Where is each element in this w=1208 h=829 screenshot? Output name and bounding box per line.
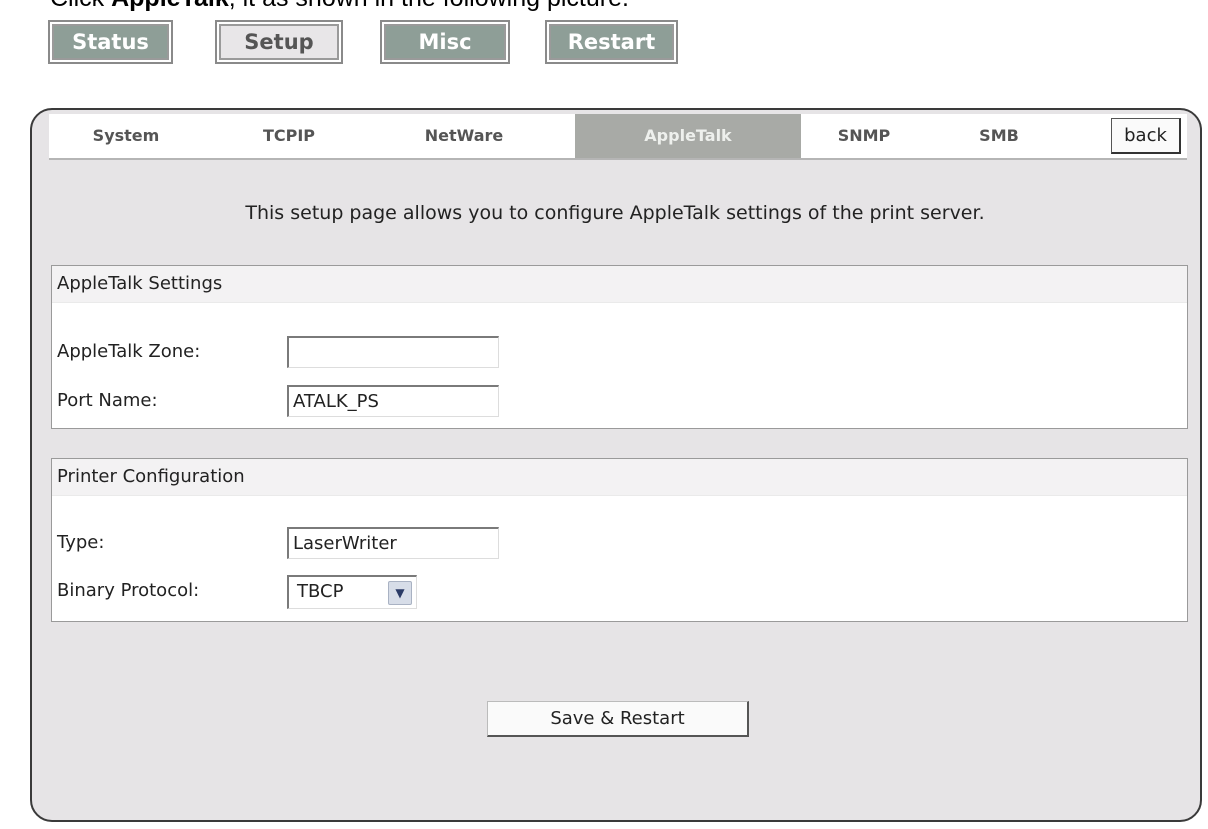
tab-system[interactable]: System	[51, 114, 201, 158]
intro-text: This setup page allows you to configure …	[245, 202, 985, 224]
printer-configuration-title: Printer Configuration	[52, 459, 1187, 496]
nav-status-button[interactable]: Status	[48, 20, 173, 64]
appletalk-settings-section: AppleTalk Settings AppleTalk Zone: Port …	[51, 265, 1188, 429]
tab-tcpip[interactable]: TCPIP	[229, 114, 349, 158]
caption-suffix: , it as shown in the following picture.	[229, 0, 629, 12]
appletalk-zone-label: AppleTalk Zone:	[57, 341, 201, 362]
type-label: Type:	[57, 532, 105, 553]
setup-tab-bar: System TCPIP NetWare AppleTalk SNMP SMB …	[49, 114, 1187, 160]
setup-panel: System TCPIP NetWare AppleTalk SNMP SMB …	[30, 108, 1202, 822]
nav-setup-button[interactable]: Setup	[215, 20, 343, 64]
port-name-label: Port Name:	[57, 390, 158, 411]
binary-protocol-label: Binary Protocol:	[57, 580, 200, 601]
instruction-caption: Click AppleTalk, it as shown in the foll…	[50, 0, 629, 13]
port-name-input[interactable]	[287, 385, 499, 417]
caption-prefix: Click	[50, 0, 111, 12]
tab-smb[interactable]: SMB	[949, 114, 1049, 158]
nav-misc-button[interactable]: Misc	[380, 20, 510, 64]
binary-protocol-select[interactable]: TBCP ▼	[287, 575, 417, 609]
save-restart-button[interactable]: Save & Restart	[487, 701, 749, 737]
tab-snmp[interactable]: SNMP	[814, 114, 914, 158]
type-input[interactable]	[287, 527, 499, 559]
chevron-down-icon[interactable]: ▼	[388, 581, 412, 605]
appletalk-settings-title: AppleTalk Settings	[52, 266, 1187, 303]
back-button[interactable]: back	[1111, 118, 1181, 154]
appletalk-zone-input[interactable]	[287, 336, 499, 368]
caption-bold-apple-talk: AppleTalk	[111, 0, 229, 12]
binary-protocol-value: TBCP	[297, 581, 344, 602]
printer-configuration-section: Printer Configuration Type: Binary Proto…	[51, 458, 1188, 622]
tab-appletalk[interactable]: AppleTalk	[575, 114, 801, 158]
nav-restart-button[interactable]: Restart	[545, 20, 678, 64]
tab-netware[interactable]: NetWare	[389, 114, 539, 158]
